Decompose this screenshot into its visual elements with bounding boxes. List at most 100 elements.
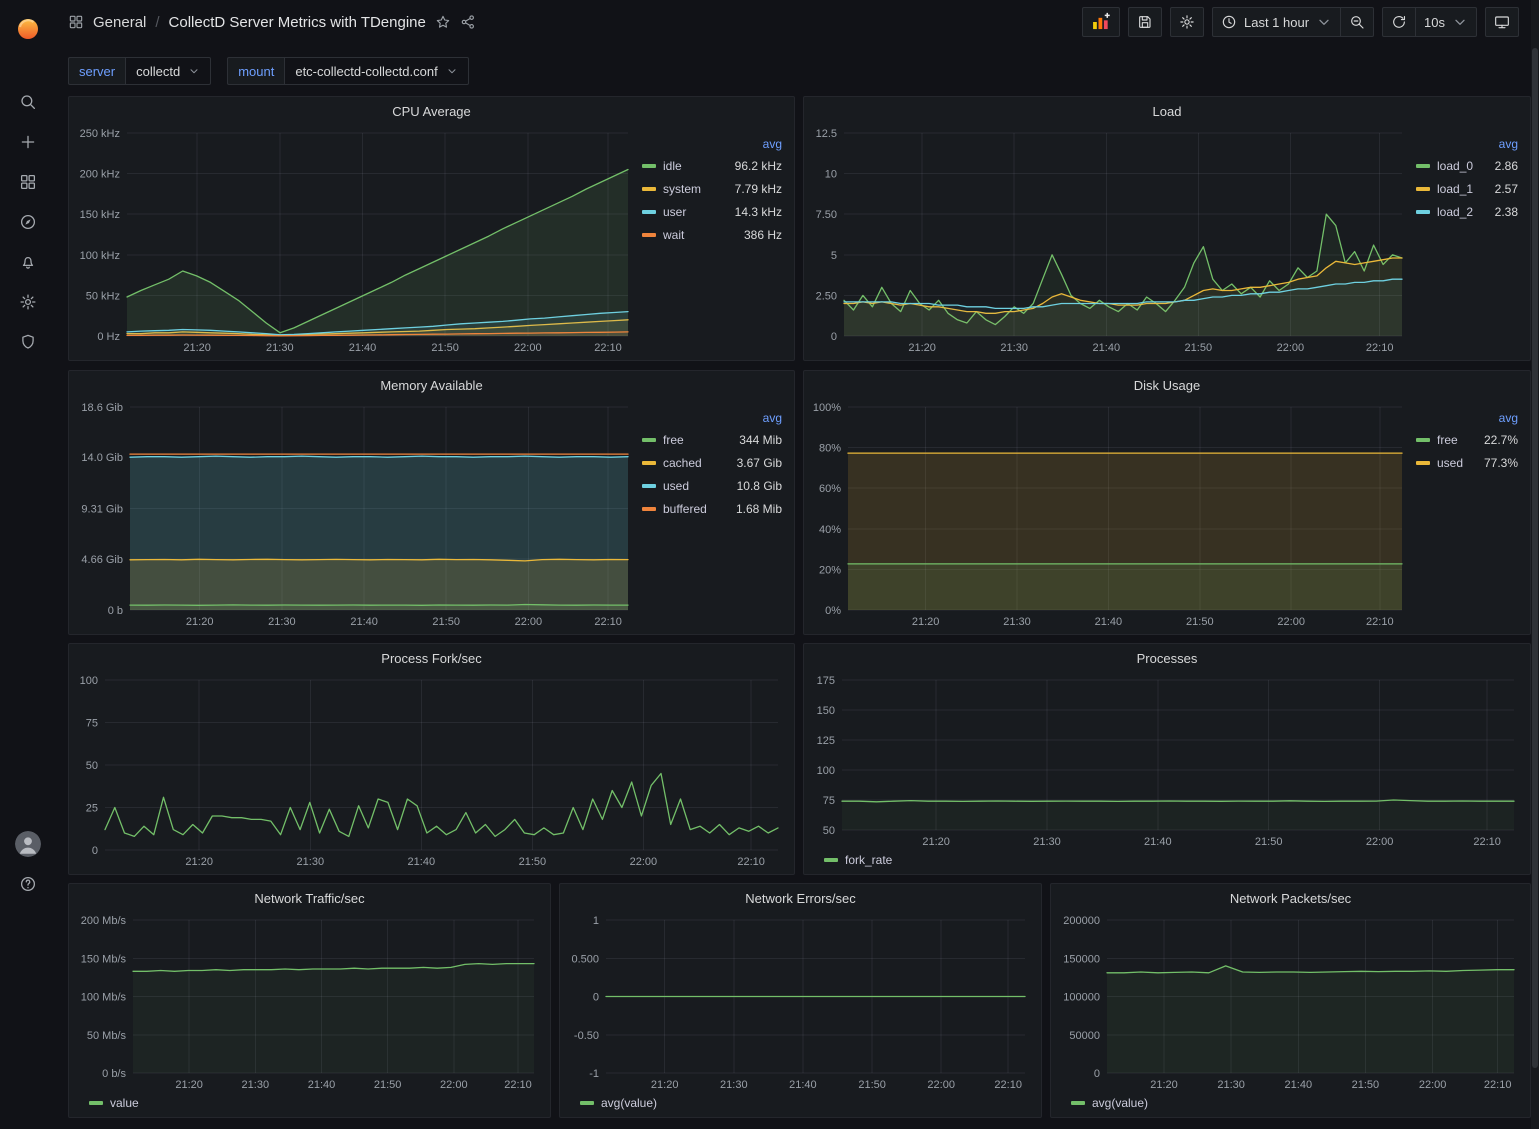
svg-text:21:40: 21:40 — [1285, 1079, 1313, 1091]
svg-text:200000: 200000 — [1063, 915, 1100, 927]
svg-text:25: 25 — [86, 803, 98, 815]
svg-text:175: 175 — [817, 675, 835, 687]
add-panel-button[interactable] — [1082, 7, 1120, 37]
legend-item-cached[interactable]: cached3.67 Gib — [642, 451, 784, 474]
sidebar-item-alerting[interactable] — [0, 242, 56, 282]
disk-usage-chart[interactable]: 0%20%40%60%80%100%21:2021:3021:4021:5022… — [810, 399, 1412, 630]
zoom-out-button[interactable] — [1340, 7, 1374, 37]
sidebar-item-dashboards[interactable] — [0, 162, 56, 202]
dashboard-settings-button[interactable] — [1170, 7, 1204, 37]
refresh-group: 10s — [1382, 7, 1477, 37]
legend-item-used[interactable]: used77.3% — [1416, 451, 1520, 474]
variable-server-dropdown[interactable]: collectd — [125, 57, 211, 85]
kiosk-mode-button[interactable] — [1485, 7, 1519, 37]
cpu-average-chart[interactable]: 0 Hz50 kHz100 kHz150 kHz200 kHz250 kHz21… — [75, 125, 638, 356]
sidebar-item-explore[interactable] — [0, 202, 56, 242]
legend-item-fork-rate[interactable]: fork_rate — [824, 853, 892, 867]
panel-title[interactable]: CPU Average — [69, 97, 794, 125]
network-errors-chart[interactable]: -1-0.5000.500121:2021:3021:4021:5022:002… — [566, 912, 1035, 1093]
legend-item-user[interactable]: user14.3 kHz — [642, 200, 784, 223]
chart-svg: 0 b/s50 Mb/s100 Mb/s150 Mb/s200 Mb/s21:2… — [75, 912, 544, 1093]
sidebar-item-create[interactable] — [0, 122, 56, 162]
panel-network-traffic: Network Traffic/sec 0 b/s50 Mb/s100 Mb/s… — [68, 883, 551, 1118]
svg-text:200 kHz: 200 kHz — [80, 169, 120, 181]
panel-title[interactable]: Network Traffic/sec — [69, 884, 550, 912]
network-traffic-chart[interactable]: 0 b/s50 Mb/s100 Mb/s150 Mb/s200 Mb/s21:2… — [75, 912, 544, 1093]
chart-svg: 02.5057.501012.521:2021:3021:4021:5022:0… — [810, 125, 1412, 356]
svg-text:0%: 0% — [825, 605, 841, 617]
load-chart[interactable]: 02.5057.501012.521:2021:3021:4021:5022:0… — [810, 125, 1412, 356]
svg-text:21:50: 21:50 — [519, 856, 547, 868]
refresh-interval-picker[interactable]: 10s — [1415, 7, 1477, 37]
panel-title[interactable]: Network Packets/sec — [1051, 884, 1530, 912]
network-packets-legend: avg(value) — [1057, 1093, 1524, 1113]
svg-text:100: 100 — [817, 765, 835, 777]
legend-item-load-0[interactable]: load_02.86 — [1416, 154, 1520, 177]
legend-series-swatch — [1071, 1101, 1085, 1105]
save-dashboard-button[interactable] — [1128, 7, 1162, 37]
legend-item-wait[interactable]: wait386 Hz — [642, 223, 784, 246]
star-icon[interactable] — [435, 14, 451, 30]
svg-text:22:00: 22:00 — [1419, 1079, 1447, 1091]
scrollbar[interactable] — [1531, 0, 1539, 1129]
legend-item-system[interactable]: system7.79 kHz — [642, 177, 784, 200]
svg-text:21:30: 21:30 — [1033, 836, 1061, 848]
sidebar-item-configuration[interactable] — [0, 282, 56, 322]
legend-series-label: load_1 — [1437, 182, 1473, 196]
panel-title[interactable]: Network Errors/sec — [560, 884, 1041, 912]
panel-title[interactable]: Processes — [804, 644, 1530, 672]
svg-text:21:50: 21:50 — [432, 616, 460, 628]
panel-title[interactable]: Process Fork/sec — [69, 644, 794, 672]
legend-series-swatch — [1416, 210, 1430, 214]
network-errors-legend: avg(value) — [566, 1093, 1035, 1113]
processes-chart[interactable]: 507510012515017521:2021:3021:4021:5022:0… — [810, 672, 1524, 850]
legend-item-free[interactable]: free22.7% — [1416, 428, 1520, 451]
time-range-picker[interactable]: Last 1 hour — [1212, 7, 1341, 37]
bell-icon — [19, 253, 37, 271]
share-icon[interactable] — [460, 14, 476, 30]
svg-text:0 b/s: 0 b/s — [102, 1068, 126, 1080]
network-packets-chart[interactable]: 05000010000015000020000021:2021:3021:402… — [1057, 912, 1524, 1093]
memory-available-chart[interactable]: 0 b4.66 Gib9.31 Gib14.0 Gib18.6 Gib21:20… — [75, 399, 638, 630]
dashboard-grid-icon[interactable] — [68, 14, 84, 30]
legend-item-idle[interactable]: idle96.2 kHz — [642, 154, 784, 177]
variable-mount-dropdown[interactable]: etc-collectd-collectd.conf — [284, 57, 468, 85]
sidebar-item-search[interactable] — [0, 82, 56, 122]
svg-text:150 kHz: 150 kHz — [80, 209, 120, 221]
svg-text:22:10: 22:10 — [994, 1079, 1022, 1091]
legend-series-value: 2.38 — [1485, 205, 1520, 219]
legend-item-avg-value-[interactable]: avg(value) — [580, 1096, 657, 1110]
legend-item-value[interactable]: value — [89, 1096, 139, 1110]
scrollbar-thumb[interactable] — [1532, 48, 1538, 1068]
legend-item-avg-value-[interactable]: avg(value) — [1071, 1096, 1148, 1110]
svg-text:22:00: 22:00 — [927, 1079, 955, 1091]
legend-item-used[interactable]: used10.8 Gib — [642, 474, 784, 497]
process-fork-chart[interactable]: 025507510021:2021:3021:4021:5022:0022:10 — [75, 672, 788, 870]
breadcrumb-folder[interactable]: General — [93, 14, 146, 31]
legend-item-load-2[interactable]: load_22.38 — [1416, 200, 1520, 223]
legend-series-swatch — [89, 1101, 103, 1105]
dashboard-title[interactable]: CollectD Server Metrics with TDengine — [169, 14, 426, 31]
load-legend: avgload_02.86load_12.57load_22.38 — [1412, 125, 1524, 356]
legend-series-label: used — [663, 479, 689, 493]
legend-series-swatch — [642, 187, 656, 191]
legend-series-value: 3.67 Gib — [727, 456, 784, 470]
svg-text:250 kHz: 250 kHz — [80, 128, 120, 140]
svg-text:21:40: 21:40 — [1095, 616, 1123, 628]
panel-title[interactable]: Load — [804, 97, 1530, 125]
sidebar-item-help[interactable] — [0, 864, 56, 904]
panel-title[interactable]: Disk Usage — [804, 371, 1530, 399]
panel-title[interactable]: Memory Available — [69, 371, 794, 399]
sidebar-item-profile[interactable] — [0, 824, 56, 864]
panel-network-errors: Network Errors/sec -1-0.5000.500121:2021… — [559, 883, 1042, 1118]
svg-text:21:20: 21:20 — [1150, 1079, 1178, 1091]
grafana-logo[interactable] — [0, 0, 56, 56]
legend-item-buffered[interactable]: buffered1.68 Mib — [642, 497, 784, 520]
svg-text:21:50: 21:50 — [858, 1079, 886, 1091]
legend-series-value: 14.3 kHz — [725, 205, 784, 219]
refresh-button[interactable] — [1382, 7, 1416, 37]
sidebar-item-server-admin[interactable] — [0, 322, 56, 362]
legend-item-load-1[interactable]: load_12.57 — [1416, 177, 1520, 200]
svg-text:150 Mb/s: 150 Mb/s — [81, 953, 127, 965]
legend-item-free[interactable]: free344 Mib — [642, 428, 784, 451]
